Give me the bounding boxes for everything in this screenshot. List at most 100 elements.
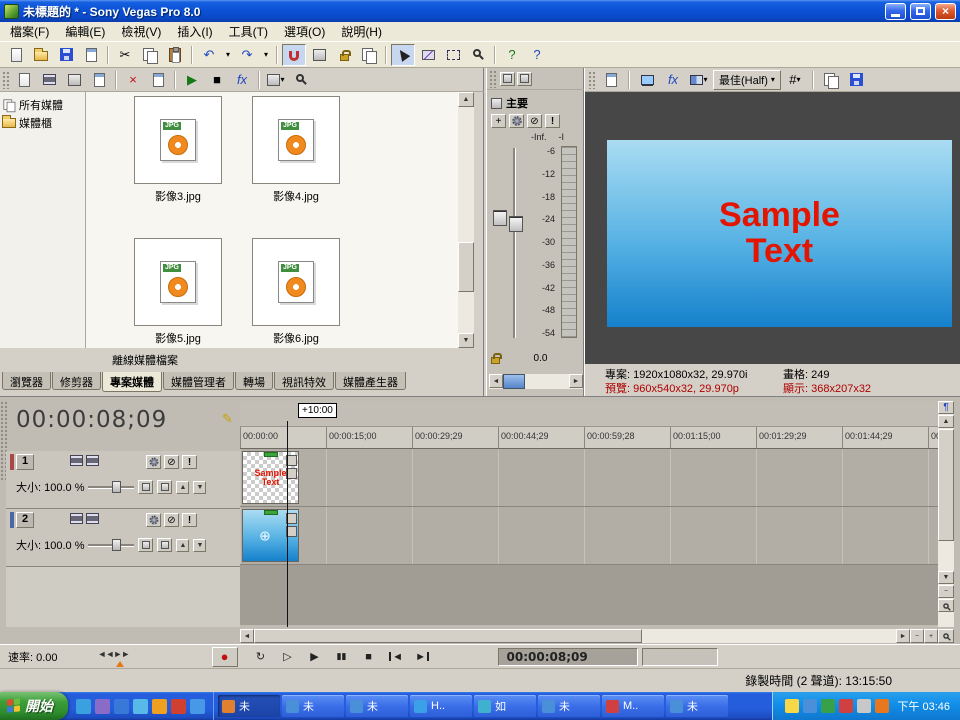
menu-file[interactable]: 檔案(F) [2, 21, 57, 42]
quicklaunch-mail-icon[interactable] [95, 699, 110, 714]
project-video-properties-button[interactable] [599, 69, 623, 91]
bypass-motion-blur-icon[interactable] [70, 455, 83, 466]
scroll-right-button[interactable]: ► [896, 629, 910, 643]
track-fx-icon[interactable] [86, 513, 99, 524]
redo-button[interactable]: ↷ [235, 44, 259, 66]
zoom-tool-corner-button[interactable] [938, 629, 954, 643]
taskbar-button[interactable]: 未 [666, 695, 728, 717]
split-screen-view-button[interactable]: ▾ [687, 69, 711, 91]
timeline-event-text-media[interactable]: Sample Text [242, 451, 299, 504]
scrollbar-thumb[interactable] [254, 629, 642, 643]
bus-solo-button[interactable]: ! [545, 114, 560, 128]
paste-button[interactable] [163, 44, 187, 66]
track-number[interactable]: 1 [16, 454, 34, 470]
tab-explorer[interactable]: 瀏覽器 [2, 372, 51, 390]
track-motion-button[interactable] [138, 538, 153, 552]
bus-fx-button[interactable]: + [491, 114, 506, 128]
compositing-mode-button[interactable] [157, 480, 172, 494]
stop-preview-button[interactable]: ■ [205, 69, 229, 91]
copy-snapshot-button[interactable] [819, 69, 843, 91]
media-properties-button[interactable] [146, 69, 170, 91]
import-media-button[interactable] [12, 69, 36, 91]
overlay-grid-button[interactable]: #▾ [783, 69, 807, 91]
marker-label[interactable]: +10:00 [298, 403, 337, 418]
tree-item-media-bins[interactable]: 媒體櫃 [2, 114, 83, 132]
master-fader-handle-left[interactable] [493, 210, 507, 226]
menu-insert[interactable]: 插入(I) [169, 21, 220, 42]
save-snapshot-button[interactable] [845, 69, 869, 91]
media-fx-button[interactable]: fx [230, 69, 254, 91]
scroll-down-button[interactable]: ▼ [938, 571, 954, 584]
scroll-right-button[interactable]: ► [569, 374, 583, 388]
envelope-edit-tool-button[interactable] [416, 44, 440, 66]
compositing-mode-button[interactable] [157, 538, 172, 552]
tray-network-icon[interactable] [803, 699, 817, 713]
cut-button[interactable]: ✂ [113, 44, 137, 66]
automation-settings-button[interactable] [146, 513, 161, 527]
remove-media-button[interactable]: × [121, 69, 145, 91]
quicklaunch-messenger-icon[interactable] [152, 699, 167, 714]
marker-bar[interactable]: +10:00 [240, 401, 938, 427]
track-fx-icon[interactable] [86, 455, 99, 466]
media-item[interactable]: JPG 影像4.jpg [248, 96, 344, 204]
save-button[interactable] [54, 44, 78, 66]
menu-tools[interactable]: 工具(T) [221, 21, 276, 42]
whats-this-help-button[interactable]: ? [525, 44, 549, 66]
scroll-up-button[interactable]: ▲ [938, 415, 954, 428]
go-to-end-button[interactable]: ► [410, 647, 436, 667]
timeline-event-gradient-media[interactable]: ⊕ [242, 509, 299, 562]
minimize-button[interactable] [885, 3, 906, 20]
bus-mute-button[interactable]: ⊘ [527, 114, 542, 128]
automation-settings-button[interactable] [146, 455, 161, 469]
master-fader-handle-right[interactable] [509, 216, 523, 232]
project-properties-button[interactable] [79, 44, 103, 66]
slider-thumb[interactable] [112, 481, 121, 493]
video-output-fx-button[interactable]: fx [661, 69, 685, 91]
normal-edit-tool-button[interactable] [391, 44, 415, 66]
tray-volume-icon[interactable] [857, 699, 871, 713]
capture-video-button[interactable] [37, 69, 61, 91]
make-parent-button[interactable]: ▲ [176, 539, 189, 552]
quicklaunch-browser-icon[interactable] [76, 699, 91, 714]
tray-antivirus-icon[interactable] [821, 699, 835, 713]
insert-bus-button[interactable] [500, 72, 515, 86]
taskbar-button[interactable]: M.. [602, 695, 664, 717]
track-mute-button[interactable]: ⊘ [164, 455, 179, 469]
track-solo-button[interactable]: ! [182, 513, 197, 527]
media-item[interactable]: JPG 影像6.jpg [248, 238, 344, 346]
pane-grip-handle[interactable] [588, 71, 595, 89]
timeline-horizontal-scrollbar[interactable]: ◄ ► − + [240, 629, 938, 643]
stop-button[interactable]: ■ [356, 647, 382, 667]
mixer-scrollbar[interactable]: ◄ ► [489, 374, 583, 389]
track-1-lane[interactable]: Sample Text [240, 449, 938, 507]
tree-item-all-media[interactable]: 所有媒體 [2, 96, 83, 114]
taskbar-button[interactable]: 未 [282, 695, 344, 717]
undo-dropdown[interactable]: ▾ [222, 44, 234, 66]
menu-options[interactable]: 選項(O) [276, 21, 333, 42]
scroll-left-button[interactable]: ◄ [240, 629, 254, 643]
taskbar-button[interactable]: 未 [538, 695, 600, 717]
rate-slider[interactable]: ◄◄►► [86, 648, 156, 666]
play-button[interactable]: ▶ [302, 647, 328, 667]
start-preview-button[interactable]: ▶ [180, 69, 204, 91]
scrollbar-thumb[interactable] [938, 429, 954, 541]
restore-button[interactable] [910, 3, 931, 20]
fader-lock-icon[interactable] [491, 357, 500, 364]
master-fader-track[interactable] [513, 148, 516, 338]
menu-edit[interactable]: 編輯(E) [57, 21, 113, 42]
event-group-grip[interactable] [264, 510, 278, 515]
make-parent-button[interactable]: ▲ [176, 481, 189, 494]
tab-project-media[interactable]: 專案媒體 [102, 372, 162, 392]
quicklaunch-media-player-icon[interactable] [133, 699, 148, 714]
tray-update-icon[interactable] [839, 699, 853, 713]
tab-media-manager[interactable]: 媒體管理者 [163, 372, 234, 390]
media-item[interactable]: JPG 影像3.jpg [130, 96, 226, 204]
external-monitor-button[interactable] [635, 69, 659, 91]
start-button[interactable]: 開始 [0, 692, 68, 720]
quicklaunch-show-desktop-icon[interactable] [114, 699, 129, 714]
zoom-edit-tool-button[interactable] [466, 44, 490, 66]
track-number[interactable]: 2 [16, 512, 34, 528]
search-media-button[interactable] [289, 69, 313, 91]
selection-edit-tool-button[interactable] [441, 44, 465, 66]
track-motion-button[interactable] [138, 480, 153, 494]
